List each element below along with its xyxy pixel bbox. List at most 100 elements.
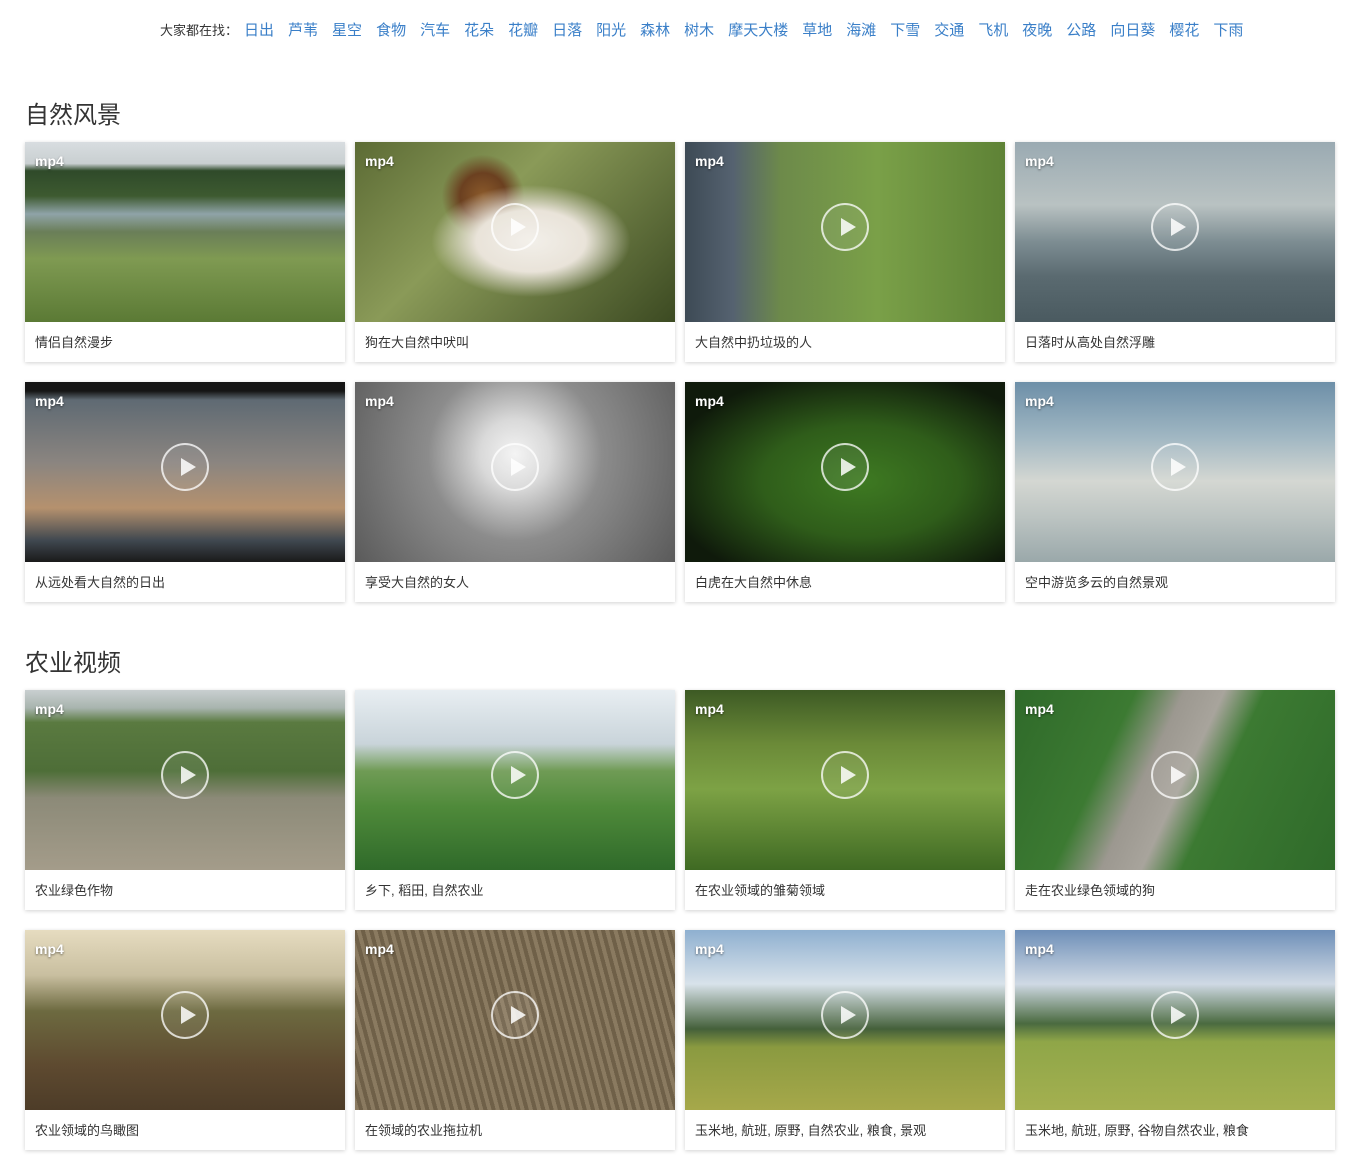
video-thumbnail[interactable]: mp4 xyxy=(25,382,345,562)
video-caption[interactable]: 享受大自然的女人 xyxy=(365,572,469,591)
hot-search-bar: 大家都在找： 日出 芦苇 星空 食物 汽车 花朵 花瓣 日落 阳光 森林 树木 … xyxy=(160,18,1243,40)
play-icon[interactable] xyxy=(821,443,869,491)
play-icon[interactable] xyxy=(161,751,209,799)
video-thumbnail[interactable]: mp4 xyxy=(1015,382,1335,562)
tag-link[interactable]: 花朵 xyxy=(464,19,494,40)
video-thumbnail[interactable]: mp4 xyxy=(355,382,675,562)
play-icon[interactable] xyxy=(491,991,539,1039)
format-badge: mp4 xyxy=(695,701,724,717)
play-icon[interactable] xyxy=(161,443,209,491)
video-caption[interactable]: 大自然中扔垃圾的人 xyxy=(695,332,812,351)
format-badge: mp4 xyxy=(1025,941,1054,957)
video-thumbnail[interactable]: mp4 xyxy=(1015,690,1335,870)
video-card[interactable]: mp4 玉米地, 航班, 原野, 自然农业, 粮食, 景观 xyxy=(685,930,1005,1150)
tag-link[interactable]: 夜晚 xyxy=(1022,19,1052,40)
video-card[interactable]: 乡下, 稻田, 自然农业 xyxy=(355,690,675,910)
play-icon[interactable] xyxy=(1151,991,1199,1039)
video-caption[interactable]: 日落时从高处自然浮雕 xyxy=(1025,332,1155,351)
format-badge: mp4 xyxy=(35,941,64,957)
video-grid: mp4 农业绿色作物 乡下, 稻田, 自然农业 mp4 在农业领域的雏菊领域 m… xyxy=(25,690,1335,1150)
video-card[interactable]: mp4 走在农业绿色领域的狗 xyxy=(1015,690,1335,910)
format-badge: mp4 xyxy=(695,393,724,409)
video-thumbnail[interactable]: mp4 xyxy=(685,142,1005,322)
video-thumbnail[interactable]: mp4 xyxy=(685,382,1005,562)
play-icon[interactable] xyxy=(491,751,539,799)
video-card[interactable]: mp4 农业绿色作物 xyxy=(25,690,345,910)
tag-link[interactable]: 森林 xyxy=(640,19,670,40)
section-title: 自然风景 xyxy=(25,101,121,129)
video-caption[interactable]: 玉米地, 航班, 原野, 谷物自然农业, 粮食 xyxy=(1025,1120,1249,1139)
video-caption[interactable]: 农业领域的鸟瞰图 xyxy=(35,1120,139,1139)
tag-link[interactable]: 草地 xyxy=(802,19,832,40)
video-caption[interactable]: 走在农业绿色领域的狗 xyxy=(1025,880,1155,899)
video-card[interactable]: mp4 农业领域的鸟瞰图 xyxy=(25,930,345,1150)
play-icon[interactable] xyxy=(821,203,869,251)
video-card[interactable]: mp4 空中游览多云的自然景观 xyxy=(1015,382,1335,602)
video-caption[interactable]: 农业绿色作物 xyxy=(35,880,113,899)
video-thumbnail[interactable] xyxy=(355,690,675,870)
tag-link[interactable]: 日落 xyxy=(552,19,582,40)
video-thumbnail[interactable]: mp4 xyxy=(25,690,345,870)
video-caption[interactable]: 玉米地, 航班, 原野, 自然农业, 粮食, 景观 xyxy=(695,1120,926,1139)
tag-link[interactable]: 下雨 xyxy=(1213,19,1243,40)
play-icon[interactable] xyxy=(161,991,209,1039)
video-caption[interactable]: 在领域的农业拖拉机 xyxy=(365,1120,482,1139)
video-card[interactable]: mp4 白虎在大自然中休息 xyxy=(685,382,1005,602)
tag-link[interactable]: 花瓣 xyxy=(508,19,538,40)
video-thumbnail[interactable]: mp4 xyxy=(25,142,345,322)
format-badge: mp4 xyxy=(365,153,394,169)
tag-link[interactable]: 海滩 xyxy=(846,19,876,40)
tag-link[interactable]: 摩天大楼 xyxy=(728,19,788,40)
tag-link[interactable]: 下雪 xyxy=(890,19,920,40)
format-badge: mp4 xyxy=(35,153,64,169)
format-badge: mp4 xyxy=(1025,153,1054,169)
tag-link[interactable]: 汽车 xyxy=(420,19,450,40)
video-card[interactable]: mp4 玉米地, 航班, 原野, 谷物自然农业, 粮食 xyxy=(1015,930,1335,1150)
video-thumbnail[interactable]: mp4 xyxy=(685,690,1005,870)
tag-link[interactable]: 树木 xyxy=(684,19,714,40)
tag-link[interactable]: 飞机 xyxy=(978,19,1008,40)
play-icon[interactable] xyxy=(1151,203,1199,251)
tag-link[interactable]: 日出 xyxy=(244,19,274,40)
play-icon[interactable] xyxy=(491,203,539,251)
video-thumbnail[interactable]: mp4 xyxy=(25,930,345,1110)
tag-link[interactable]: 芦苇 xyxy=(288,19,318,40)
video-card[interactable]: mp4 从远处看大自然的日出 xyxy=(25,382,345,602)
video-caption[interactable]: 从远处看大自然的日出 xyxy=(35,572,165,591)
play-icon[interactable] xyxy=(1151,751,1199,799)
play-icon[interactable] xyxy=(821,751,869,799)
video-card[interactable]: mp4 在领域的农业拖拉机 xyxy=(355,930,675,1150)
video-card[interactable]: mp4 在农业领域的雏菊领域 xyxy=(685,690,1005,910)
tag-link[interactable]: 星空 xyxy=(332,19,362,40)
format-badge: mp4 xyxy=(1025,393,1054,409)
video-thumbnail[interactable]: mp4 xyxy=(685,930,1005,1110)
tag-link[interactable]: 公路 xyxy=(1066,19,1096,40)
video-card[interactable]: mp4 狗在大自然中吠叫 xyxy=(355,142,675,362)
video-caption[interactable]: 在农业领域的雏菊领域 xyxy=(695,880,825,899)
video-caption[interactable]: 乡下, 稻田, 自然农业 xyxy=(365,880,483,899)
video-card[interactable]: mp4 情侣自然漫步 xyxy=(25,142,345,362)
video-caption[interactable]: 空中游览多云的自然景观 xyxy=(1025,572,1168,591)
video-card[interactable]: mp4 享受大自然的女人 xyxy=(355,382,675,602)
hot-search-label: 大家都在找： xyxy=(160,23,239,39)
video-card[interactable]: mp4 日落时从高处自然浮雕 xyxy=(1015,142,1335,362)
video-thumbnail[interactable]: mp4 xyxy=(355,142,675,322)
video-thumbnail[interactable]: mp4 xyxy=(1015,142,1335,322)
video-caption[interactable]: 狗在大自然中吠叫 xyxy=(365,332,469,351)
video-grid: mp4 情侣自然漫步 mp4 狗在大自然中吠叫 mp4 大自然中扔垃圾的人 mp… xyxy=(25,142,1335,602)
play-icon[interactable] xyxy=(821,991,869,1039)
play-icon[interactable] xyxy=(491,443,539,491)
tag-link[interactable]: 交通 xyxy=(934,19,964,40)
video-caption[interactable]: 白虎在大自然中休息 xyxy=(695,572,812,591)
play-icon[interactable] xyxy=(1151,443,1199,491)
tag-link[interactable]: 樱花 xyxy=(1169,19,1199,40)
tag-link[interactable]: 向日葵 xyxy=(1110,19,1155,40)
video-caption[interactable]: 情侣自然漫步 xyxy=(35,332,113,351)
video-thumbnail[interactable]: mp4 xyxy=(1015,930,1335,1110)
format-badge: mp4 xyxy=(35,701,64,717)
tag-link[interactable]: 阳光 xyxy=(596,19,626,40)
video-card[interactable]: mp4 大自然中扔垃圾的人 xyxy=(685,142,1005,362)
tag-link[interactable]: 食物 xyxy=(376,19,406,40)
format-badge: mp4 xyxy=(365,393,394,409)
video-thumbnail[interactable]: mp4 xyxy=(355,930,675,1110)
